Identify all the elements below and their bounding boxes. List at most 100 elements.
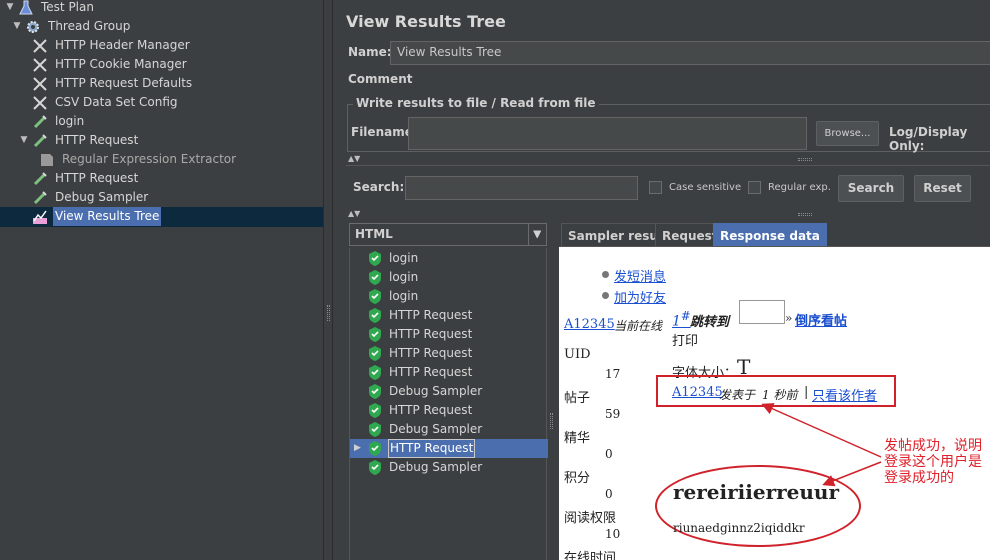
page-title: View Results Tree xyxy=(346,12,506,31)
collapse-up-icon[interactable]: ▲▼ xyxy=(348,209,360,219)
collapse-up-icon[interactable]: ▲▼ xyxy=(348,154,360,164)
success-shield-icon xyxy=(369,346,381,361)
list-item[interactable]: HTTP Request xyxy=(350,344,548,363)
pipette-icon xyxy=(33,134,47,148)
pipette-icon xyxy=(33,115,47,129)
annotation-arrows xyxy=(761,403,882,487)
pipette-icon xyxy=(33,172,47,186)
tab-response-data[interactable]: Response data xyxy=(713,223,827,247)
tree-selection-highlight xyxy=(0,207,323,227)
success-shield-icon xyxy=(369,403,381,418)
success-shield-icon xyxy=(369,422,381,437)
success-shield-icon xyxy=(369,270,381,285)
filename-input[interactable] xyxy=(408,117,807,150)
browse-button[interactable]: Browse... xyxy=(816,121,879,146)
wrench-icon xyxy=(33,77,47,91)
collapse-divider[interactable]: ▲▼ xyxy=(348,154,818,164)
success-shield-icon xyxy=(369,384,381,399)
search-button[interactable]: Search xyxy=(838,175,904,202)
list-item[interactable]: HTTP Request xyxy=(350,401,548,420)
tree-item-label: CSV Data Set Config xyxy=(55,95,178,109)
wrench-icon xyxy=(33,39,47,53)
pipette-icon xyxy=(33,191,47,205)
expand-arrow-icon[interactable]: ▶ xyxy=(354,439,361,458)
list-item[interactable]: HTTP Request xyxy=(350,306,548,325)
sample-label: Debug Sampler xyxy=(389,422,483,436)
list-item-selected[interactable]: ▶ HTTP Request xyxy=(350,439,548,458)
expand-arrow-icon[interactable]: ▼ xyxy=(4,0,16,17)
list-item[interactable]: HTTP Request xyxy=(350,325,548,344)
divider-grip-icon[interactable] xyxy=(798,158,812,161)
annotation-note: 发帖成功，说明登录这个用户是登录成功的 xyxy=(884,438,982,486)
log-display-label: Log/Display Only: xyxy=(889,125,968,153)
name-input[interactable]: View Results Tree xyxy=(390,41,990,65)
separator-line xyxy=(346,165,990,166)
tree-item-label: HTTP Request xyxy=(55,171,139,185)
list-item[interactable]: Debug Sampler xyxy=(350,382,548,401)
gear-icon xyxy=(27,21,39,33)
tree-item-label: HTTP Request Defaults xyxy=(55,76,193,90)
sample-label: Debug Sampler xyxy=(389,384,483,398)
tree-item-label: View Results Tree xyxy=(53,207,162,226)
success-shield-icon xyxy=(369,308,381,323)
expand-arrow-icon[interactable]: ▼ xyxy=(18,131,30,150)
renderer-select[interactable]: HTML ▼ xyxy=(349,223,547,246)
sample-label: login xyxy=(389,270,419,284)
reset-button[interactable]: Reset xyxy=(914,175,971,202)
success-shield-icon xyxy=(369,327,381,342)
sample-label: HTTP Request xyxy=(389,308,473,322)
comments-input[interactable] xyxy=(413,70,990,88)
list-item[interactable]: HTTP Request xyxy=(350,363,548,382)
tree-item-label: HTTP Cookie Manager xyxy=(55,57,187,71)
chevron-down-icon[interactable]: ▼ xyxy=(529,223,545,246)
divider-grip-icon[interactable] xyxy=(798,213,812,216)
sample-label: HTTP Request xyxy=(389,327,473,341)
regex-label: Regular exp. xyxy=(768,182,831,193)
sample-label: HTTP Request xyxy=(388,439,476,458)
name-label: Name: xyxy=(348,45,392,59)
list-item[interactable]: login xyxy=(350,268,548,287)
fieldset-legend: Write results to file / Read from file xyxy=(353,96,599,110)
wrench-icon xyxy=(33,58,47,72)
regex-checkbox[interactable] xyxy=(748,181,761,194)
success-shield-icon xyxy=(369,251,381,266)
response-data-view[interactable]: 发短消息 加为好友 A12345 当前在线 1# 跳转到 » 倒序看帖 打印 字… xyxy=(559,247,990,560)
sample-label: HTTP Request xyxy=(389,365,473,379)
search-input[interactable] xyxy=(405,176,638,200)
splitter-grip-icon[interactable] xyxy=(327,305,330,321)
list-item[interactable]: Debug Sampler xyxy=(350,458,548,477)
wrench-icon xyxy=(33,96,47,110)
filename-label: Filename xyxy=(351,125,413,139)
search-label: Search: xyxy=(353,180,405,194)
success-shield-icon xyxy=(369,441,381,456)
success-shield-icon xyxy=(369,460,381,475)
results-splitter[interactable] xyxy=(547,223,557,560)
success-shield-icon xyxy=(369,289,381,304)
test-plan-tree[interactable]: ▼ Test Plan ▼ Thread Group HTTP Header M… xyxy=(0,0,323,560)
view-results-tree-panel: View Results Tree Name: View Results Tre… xyxy=(333,0,990,560)
sample-label: login xyxy=(389,289,419,303)
expand-arrow-icon[interactable]: ▼ xyxy=(11,17,23,36)
sample-label: Debug Sampler xyxy=(389,460,483,474)
tree-item-label: HTTP Header Manager xyxy=(55,38,190,52)
flask-icon xyxy=(19,0,33,15)
success-shield-icon xyxy=(369,365,381,380)
tree-item-label: Test Plan xyxy=(41,0,94,14)
collapse-divider-2[interactable]: ▲▼ xyxy=(348,209,818,219)
name-input-value: View Results Tree xyxy=(397,45,502,59)
sample-label: HTTP Request xyxy=(389,403,473,417)
case-sensitive-checkbox[interactable] xyxy=(649,181,662,194)
list-item[interactable]: login xyxy=(350,249,548,268)
splitter-grip-icon[interactable] xyxy=(550,413,553,429)
sample-label: HTTP Request xyxy=(389,346,473,360)
main-splitter[interactable] xyxy=(323,0,333,560)
list-item[interactable]: login xyxy=(350,287,548,306)
list-item[interactable]: Debug Sampler xyxy=(350,420,548,439)
tree-item-label: login xyxy=(55,114,85,128)
graph-icon xyxy=(33,210,47,224)
tree-item-label: Regular Expression Extractor xyxy=(62,152,237,166)
tree-item-label: HTTP Request xyxy=(55,133,139,147)
tree-item-label: Debug Sampler xyxy=(55,190,149,204)
sample-result-list[interactable]: login login login HTTP Request HTTP Requ… xyxy=(349,248,548,560)
renderer-select-value: HTML xyxy=(355,227,393,241)
